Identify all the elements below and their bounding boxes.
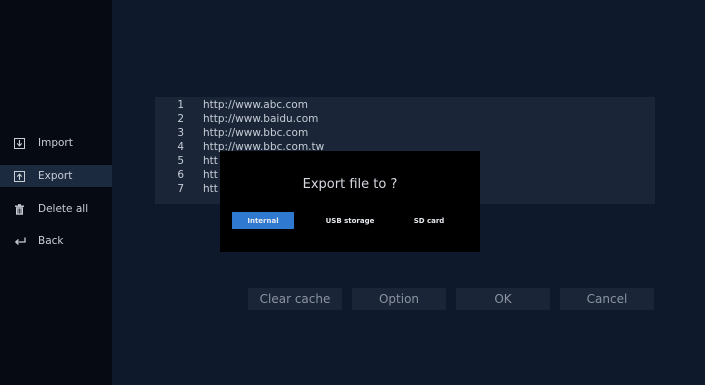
list-item-number: 6 [177,169,184,181]
list-item-url: http://www.bbc.com [203,127,309,139]
list-item-number: 1 [177,99,184,111]
ok-button[interactable]: OK [456,288,550,310]
list-item-number: 3 [177,127,184,139]
dialog-title: Export file to ? [302,177,398,192]
list-item-url: htt [203,155,218,167]
list-item[interactable]: 3 http://www.bbc.com [155,127,655,139]
option-usb-storage[interactable]: USB storage [322,212,378,229]
export-dialog: Export file to ? [220,151,480,252]
sidebar-item-import[interactable]: Import [0,132,112,154]
list-item-url: htt [203,183,218,195]
back-icon [14,236,30,246]
sidebar-item-label: Delete all [38,203,89,215]
list-item[interactable]: 2 http://www.baidu.com [155,113,655,125]
export-icon [14,170,30,182]
sidebar-item-label: Export [38,170,73,182]
sidebar: Import Export Delete all Back [0,0,112,385]
trash-icon [14,203,30,215]
import-icon [14,137,30,149]
sidebar-item-export[interactable]: Export [0,165,112,187]
sidebar-item-back[interactable]: Back [0,230,112,252]
list-item-url: http://www.baidu.com [203,113,319,125]
sidebar-item-delete-all[interactable]: Delete all [0,198,112,220]
list-item-url: htt [203,169,218,181]
list-item-url: http://www.abc.com [203,99,308,111]
list-item[interactable]: 1 http://www.abc.com [155,99,655,111]
option-button[interactable]: Option [352,288,446,310]
list-item-number: 7 [177,183,184,195]
clear-cache-button[interactable]: Clear cache [248,288,342,310]
sidebar-item-label: Import [38,137,73,149]
option-internal[interactable]: Internal [232,212,294,229]
cancel-button[interactable]: Cancel [560,288,654,310]
option-sd-card[interactable]: SD card [404,212,454,229]
list-item-number: 2 [177,113,184,125]
list-item-number: 5 [177,155,184,167]
sidebar-item-label: Back [38,235,64,247]
list-item-number: 4 [177,141,184,153]
